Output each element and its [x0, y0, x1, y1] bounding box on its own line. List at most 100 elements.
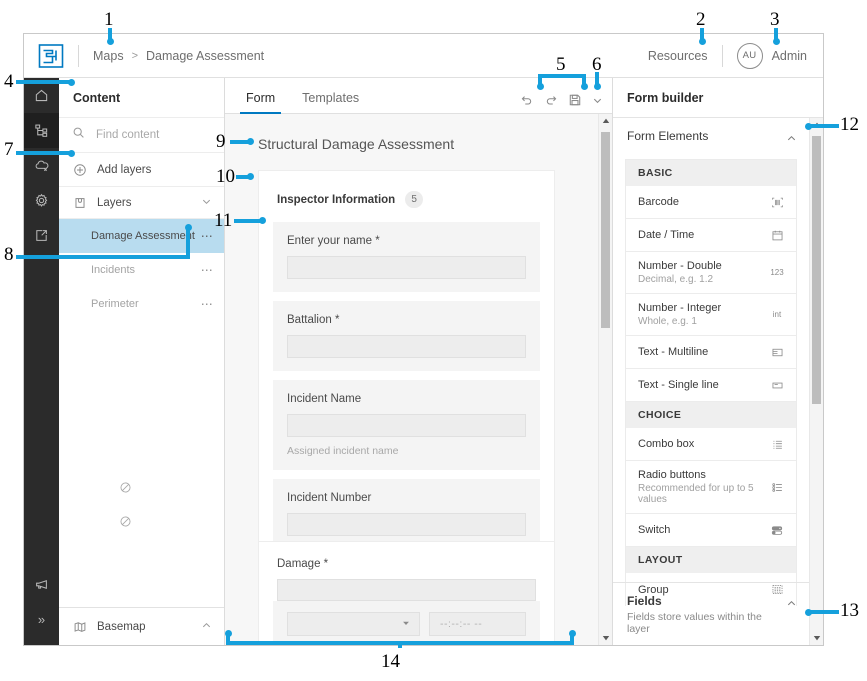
form-field-name[interactable]: Enter your name * [273, 222, 540, 292]
form-field-battalion[interactable]: Battalion * [273, 301, 540, 371]
visibility-off-icon[interactable] [119, 481, 132, 497]
tab-form[interactable]: Form [240, 91, 282, 114]
layers-stack-icon [72, 196, 88, 210]
date-select[interactable] [287, 612, 420, 636]
callout-number-5: 5 [556, 54, 566, 75]
form-elements-title: Form Elements [627, 129, 709, 143]
form-elements-accordion-header[interactable]: Form Elements [613, 118, 809, 159]
element-number-integer[interactable]: Number - Integer Whole, e.g. 1 int [626, 294, 796, 336]
element-text: Switch [638, 524, 768, 536]
more-options-icon[interactable]: ⋯ [201, 263, 214, 277]
redo-button[interactable] [544, 93, 558, 107]
callout-dot-10 [247, 173, 254, 180]
rail-item-expand[interactable]: » [24, 602, 59, 637]
form-builder-body: Form Elements BASIC Barcode Date / Time … [613, 118, 823, 645]
layer-item-perimeter[interactable]: Perimeter ⋯ [59, 287, 224, 527]
search-input[interactable] [94, 128, 198, 142]
breadcrumb-root[interactable]: Maps [93, 49, 124, 63]
callout-dot-1 [106, 38, 114, 45]
scrollbar-thumb[interactable] [601, 132, 610, 328]
scroll-down-icon[interactable] [810, 631, 823, 645]
scroll-down-icon[interactable] [599, 631, 612, 645]
element-combo-box[interactable]: Combo box [626, 428, 796, 461]
element-number-double[interactable]: Number - Double Decimal, e.g. 1.2 123 [626, 252, 796, 294]
layers-group-label: Layers [97, 196, 132, 209]
rail-item-settings[interactable] [24, 183, 59, 218]
megaphone-icon [34, 577, 49, 592]
breadcrumb-current: Damage Assessment [146, 48, 265, 63]
element-name: Number - Integer [638, 302, 722, 314]
callout-number-1: 1 [104, 9, 114, 30]
basemap-row[interactable]: Basemap [59, 607, 224, 645]
element-radio-buttons[interactable]: Radio buttons Recommended for up to 5 va… [626, 461, 796, 514]
callout-dot-3 [772, 38, 780, 45]
form-field-incident-name[interactable]: Incident Name Assigned incident name [273, 380, 540, 470]
chevron-down-icon[interactable] [201, 196, 212, 210]
rail-item-announcements[interactable] [24, 567, 59, 602]
group-header-inspector-information[interactable]: Inspector Information 5 [273, 185, 540, 222]
field-input[interactable] [287, 256, 526, 279]
layer-list: Damage Assessment ⋯ Incidents ⋯ Perimete… [59, 219, 224, 527]
form-scrollbar[interactable] [598, 114, 612, 645]
save-options-button[interactable] [592, 95, 603, 106]
chevron-up-icon[interactable] [786, 131, 797, 149]
center-action-group [520, 93, 612, 113]
category-header-basic: BASIC [626, 160, 796, 186]
element-text: Radio buttons Recommended for up to 5 va… [638, 469, 768, 505]
left-icon-rail: » [24, 78, 59, 645]
form-card-damage[interactable]: Damage * [258, 541, 555, 601]
visibility-off-icon[interactable] [119, 515, 132, 531]
callout-dot-12 [805, 122, 812, 130]
callout-number-9: 9 [216, 131, 226, 152]
element-barcode[interactable]: Barcode [626, 186, 796, 219]
undo-button[interactable] [520, 93, 534, 107]
find-content-row[interactable] [59, 117, 224, 153]
callout-dot-14b [568, 630, 576, 637]
more-options-icon[interactable]: ⋯ [201, 297, 214, 311]
undo-icon [520, 93, 534, 107]
element-text-single-line[interactable]: Text - Single line [626, 369, 796, 402]
save-icon [568, 93, 582, 107]
callout-number-4: 4 [4, 71, 14, 92]
field-input[interactable] [287, 335, 526, 358]
resources-link[interactable]: Resources [648, 49, 708, 63]
field-label: Enter your name * [287, 235, 380, 247]
layer-item-damage-assessment[interactable]: Damage Assessment ⋯ [59, 219, 224, 253]
rail-item-layers[interactable] [24, 113, 59, 148]
chevron-up-icon[interactable] [786, 596, 797, 614]
combo-box-icon [768, 438, 786, 451]
add-layers-button[interactable]: Add layers [59, 153, 224, 186]
time-input[interactable]: --:--:-- -- [429, 612, 526, 636]
field-input[interactable] [287, 414, 526, 437]
form-builder-scrollbar[interactable] [809, 118, 823, 645]
rail-item-share[interactable] [24, 218, 59, 253]
element-text: Date / Time [638, 229, 768, 241]
avatar[interactable]: AU [736, 42, 763, 69]
topbar-divider [78, 44, 79, 67]
element-switch[interactable]: Switch [626, 514, 796, 547]
form-elements-text: Form Elements [627, 129, 786, 143]
form-builder-scroll-content: Form Elements BASIC Barcode Date / Time … [613, 118, 809, 645]
element-text-multiline[interactable]: Text - Multiline [626, 336, 796, 369]
scrollbar-thumb[interactable] [812, 136, 821, 404]
number-integer-icon: int [772, 310, 782, 319]
layers-group-header[interactable]: Layers [59, 186, 224, 219]
tab-templates[interactable]: Templates [296, 91, 365, 113]
callout-number-14: 14 [381, 651, 400, 672]
callout-number-8: 8 [4, 244, 14, 265]
field-input[interactable] [287, 513, 526, 536]
element-date-time[interactable]: Date / Time [626, 219, 796, 252]
save-button[interactable] [568, 93, 582, 107]
add-layers-label: Add layers [97, 163, 152, 176]
field-input[interactable] [277, 579, 536, 601]
scroll-up-icon[interactable] [599, 114, 612, 128]
admin-menu-label[interactable]: Admin [772, 49, 807, 63]
callout-dot-4 [68, 78, 75, 86]
more-options-icon[interactable]: ⋯ [201, 229, 214, 243]
chevron-up-icon[interactable] [201, 620, 212, 634]
fields-accordion-header[interactable]: Fields Fields store values within the la… [613, 583, 809, 645]
callout-line-4 [16, 80, 72, 84]
arcgis-logo-icon[interactable] [38, 43, 64, 69]
layer-name: Damage Assessment [91, 230, 195, 242]
element-text: Text - Multiline [638, 346, 768, 358]
